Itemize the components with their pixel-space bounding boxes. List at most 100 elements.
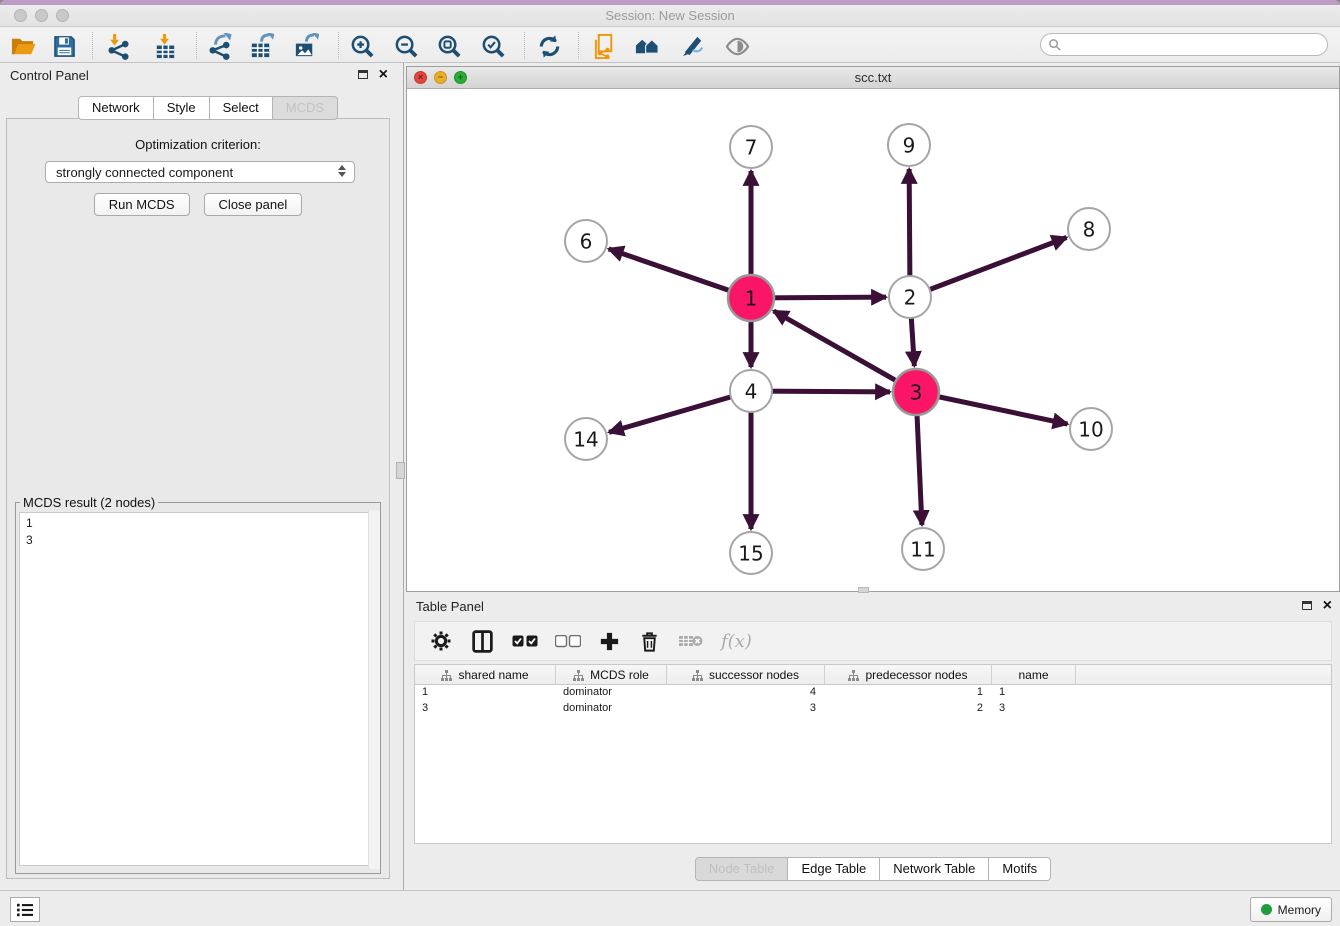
column-header-label: name [1018, 668, 1048, 682]
run-mcds-button[interactable]: Run MCDS [94, 193, 190, 216]
search-box[interactable] [1040, 33, 1328, 56]
dropdown-stepper-icon [338, 165, 346, 177]
dropdown-value: strongly connected component [56, 165, 233, 180]
list-icon [16, 902, 34, 918]
memory-button[interactable]: Memory [1250, 897, 1332, 922]
duplicate-network-icon[interactable] [590, 31, 620, 61]
search-icon [1048, 38, 1061, 51]
close-panel-button[interactable]: Close panel [204, 193, 303, 216]
table-cell[interactable]: 2 [825, 701, 992, 717]
show-hide-eye-icon[interactable] [722, 31, 752, 61]
column-header-shared-name[interactable]: shared name [415, 665, 556, 685]
graph-node-label-15: 15 [738, 542, 763, 566]
task-history-button[interactable] [10, 897, 40, 922]
export-image-icon[interactable] [290, 31, 320, 61]
network-graph-canvas[interactable]: 7968124314101511 [407, 89, 1339, 591]
refresh-icon[interactable] [534, 31, 564, 61]
delete-column-trash-icon[interactable] [638, 627, 661, 655]
column-header-successor-nodes[interactable]: successor nodes [667, 665, 825, 685]
memory-button-label: Memory [1278, 903, 1321, 917]
graph-node-label-11: 11 [910, 538, 935, 562]
zoom-fit-icon[interactable] [434, 31, 464, 61]
home-icon[interactable] [632, 31, 662, 61]
column-header-label: successor nodes [709, 668, 799, 682]
tab-node-table[interactable]: Node Table [695, 857, 789, 881]
graph-node-label-3: 3 [910, 381, 923, 405]
create-column-plus-icon[interactable] [598, 627, 621, 655]
close-table-panel-icon[interactable]: × [1323, 595, 1332, 617]
graph-node-label-1: 1 [745, 287, 758, 311]
zoom-out-icon[interactable] [391, 31, 421, 61]
zoom-in-icon[interactable] [347, 31, 377, 61]
edge-2-8[interactable] [910, 238, 1067, 297]
horizontal-splitter-handle[interactable] [858, 587, 869, 593]
toolbar-separator [578, 32, 579, 59]
tab-mcds[interactable]: MCDS [273, 96, 338, 120]
table-panel: Table Panel × [406, 594, 1340, 890]
float-panel-icon[interactable] [358, 70, 368, 79]
table-cell[interactable]: dominator [556, 685, 667, 701]
zoom-selected-icon[interactable] [478, 31, 508, 61]
save-session-icon[interactable] [49, 31, 79, 61]
table-header-row: shared name MCDS role successor nodes prede… [415, 665, 1331, 685]
tab-network-table[interactable]: Network Table [880, 857, 989, 881]
graph-node-label-4: 4 [745, 380, 758, 404]
deselect-all-columns-icon[interactable] [555, 627, 581, 655]
control-panel: Control Panel × Network Style Select MCD… [0, 63, 396, 890]
table-cell[interactable]: 1 [825, 685, 992, 701]
edge-4-14[interactable] [609, 391, 751, 432]
tab-select[interactable]: Select [210, 96, 273, 120]
import-network-icon[interactable] [103, 31, 133, 61]
column-header-label: shared name [458, 668, 528, 682]
tab-network[interactable]: Network [78, 96, 154, 120]
column-header-MCDS-role[interactable]: MCDS role [556, 665, 667, 685]
search-input[interactable] [1065, 36, 1327, 53]
control-panel-tabs: Network Style Select MCDS [78, 96, 338, 120]
tab-motifs[interactable]: Motifs [989, 857, 1051, 881]
toolbar-separator [338, 32, 339, 59]
mcds-result-textarea[interactable]: 1 3 [19, 512, 377, 866]
network-window-title: scc.txt [407, 70, 1339, 85]
export-network-icon[interactable] [204, 31, 234, 61]
mcds-result-title: MCDS result (2 nodes) [20, 495, 158, 510]
table-cell[interactable]: dominator [556, 701, 667, 717]
column-header-name[interactable]: name [992, 665, 1076, 685]
table-cell[interactable]: 3 [415, 701, 556, 717]
toolbar-separator [92, 32, 93, 59]
application-window: Session: New Session [0, 0, 1340, 926]
network-window-titlebar: × − + scc.txt [407, 67, 1339, 89]
vertical-splitter-handle[interactable] [396, 462, 405, 479]
table-tabs: Node Table Edge Table Network Table Moti… [406, 857, 1340, 881]
mcds-tab-content: Optimization criterion: strongly connect… [6, 118, 390, 879]
main-toolbar [0, 28, 1340, 63]
graph-node-label-9: 9 [903, 134, 916, 158]
tab-edge-table[interactable]: Edge Table [788, 857, 880, 881]
tab-style[interactable]: Style [154, 96, 210, 120]
table-row[interactable]: 1dominator411 [415, 685, 1331, 701]
optimization-criterion-dropdown[interactable]: strongly connected component [45, 161, 355, 183]
open-session-icon[interactable] [8, 31, 38, 61]
table-cell[interactable]: 3 [992, 701, 1076, 717]
table-cell[interactable]: 1 [992, 685, 1076, 701]
select-all-columns-icon[interactable] [512, 627, 538, 655]
table-row[interactable]: 3dominator323 [415, 701, 1331, 717]
edge-3-1[interactable] [774, 311, 916, 392]
export-table-icon[interactable] [246, 31, 276, 61]
memory-status-icon [1261, 904, 1272, 915]
table-cell[interactable]: 3 [667, 701, 825, 717]
float-table-panel-icon[interactable] [1302, 601, 1312, 610]
graphics-details-icon[interactable] [677, 31, 707, 61]
table-settings-gear-icon[interactable] [429, 627, 453, 655]
import-table-icon[interactable] [150, 31, 180, 61]
table-cell[interactable]: 4 [667, 685, 825, 701]
table-cell[interactable]: 1 [415, 685, 556, 701]
result-scrollbar[interactable] [368, 510, 380, 869]
close-panel-icon[interactable]: × [379, 64, 388, 86]
column-header-label: predecessor nodes [865, 668, 967, 682]
mcds-result-groupbox: MCDS result (2 nodes) 1 3 [15, 495, 381, 874]
node-table[interactable]: shared name MCDS role successor nodes prede… [414, 664, 1332, 844]
show-column-panel-icon[interactable] [470, 627, 495, 655]
column-header-label: MCDS role [590, 668, 649, 682]
network-view-window: × − + scc.txt 7968124314101511 [406, 66, 1340, 592]
column-header-predecessor-nodes[interactable]: predecessor nodes [825, 665, 992, 685]
